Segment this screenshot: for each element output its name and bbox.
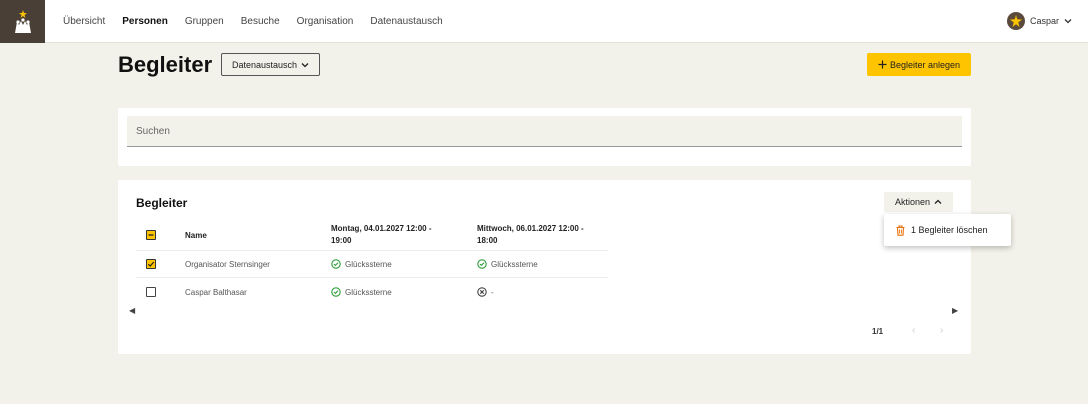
user-name: Caspar [1029, 16, 1059, 26]
search-input[interactable] [127, 116, 962, 147]
minus-icon [148, 234, 154, 236]
trash-icon [896, 224, 905, 236]
scroll-right-arrow[interactable]: ▶ [952, 306, 958, 315]
scroll-left-arrow[interactable]: ◀ [129, 306, 135, 315]
chevron-down-icon [1064, 19, 1072, 24]
nav-item-personen[interactable]: Personen [122, 16, 168, 27]
row-checkbox[interactable] [146, 259, 156, 269]
begleiter-table-card: Begleiter Aktionen Name Montag, 04.01.20… [118, 180, 971, 354]
plus-icon [878, 60, 887, 69]
actions-label: Aktionen [894, 197, 931, 207]
chevron-up-icon [934, 199, 942, 204]
row-name[interactable]: Caspar Balthasar [185, 288, 247, 297]
main-nav: Übersicht Personen Gruppen Besuche Organ… [63, 0, 460, 43]
check-circle-icon [331, 287, 341, 297]
app-logo[interactable] [0, 0, 45, 43]
status-cell: Glückssterne [331, 287, 392, 297]
page-indicator: 1/1 [872, 327, 884, 336]
status-cell: Glückssterne [477, 259, 538, 269]
x-circle-icon [477, 287, 487, 297]
column-header-date-1-line-1: Montag, 04.01.2027 12:00 - [331, 224, 432, 233]
actions-button[interactable]: Aktionen [884, 192, 953, 212]
column-header-date-2: Mittwoch, 06.01.2027 12:00 - 18:00 [477, 223, 584, 247]
page-title: Begleiter [118, 52, 213, 77]
top-bar: Übersicht Personen Gruppen Besuche Organ… [0, 0, 1088, 43]
column-header-name: Name [185, 231, 207, 240]
row-name[interactable]: Organisator Sternsinger [185, 260, 270, 269]
chevron-down-icon [301, 62, 309, 67]
add-begleiter-button[interactable]: Begleiter anlegen [867, 53, 971, 76]
table-divider [136, 250, 608, 251]
datenaustausch-dropdown-button[interactable]: Datenaustausch [221, 53, 320, 76]
row-checkbox[interactable] [146, 287, 156, 297]
check-circle-icon [331, 259, 341, 269]
user-menu[interactable]: Caspar [1006, 11, 1072, 31]
column-header-date-1: Montag, 04.01.2027 12:00 - 19:00 [331, 223, 432, 247]
nav-item-uebersicht[interactable]: Übersicht [63, 16, 105, 27]
chevron-right-icon[interactable]: › [940, 325, 943, 336]
check-circle-icon [477, 259, 487, 269]
actions-menu: 1 Begleiter löschen [884, 214, 1011, 246]
chevron-left-icon[interactable]: ‹ [912, 325, 915, 336]
column-header-date-2-line-2: 18:00 [477, 236, 498, 245]
check-icon [147, 261, 155, 267]
column-header-date-1-line-2: 19:00 [331, 236, 352, 245]
column-header-date-2-line-1: Mittwoch, 06.01.2027 12:00 - [477, 224, 584, 233]
status-text: - [491, 287, 494, 297]
status-cell: - [477, 287, 494, 297]
status-text: Glückssterne [345, 259, 392, 269]
table-title: Begleiter [136, 196, 188, 210]
status-text: Glückssterne [345, 287, 392, 297]
select-all-checkbox[interactable] [146, 230, 156, 240]
nav-item-organisation[interactable]: Organisation [297, 16, 354, 27]
search-card [118, 108, 971, 166]
status-cell: Glückssterne [331, 259, 392, 269]
delete-begleiter-menu-item[interactable]: 1 Begleiter löschen [911, 225, 988, 235]
dropdown-label: Datenaustausch [231, 59, 298, 70]
nav-item-gruppen[interactable]: Gruppen [185, 16, 224, 27]
table-divider [136, 277, 608, 278]
nav-item-datenaustausch[interactable]: Datenaustausch [370, 16, 442, 27]
avatar [1006, 12, 1025, 30]
sternsinger-logo-icon [14, 9, 31, 33]
star-icon [1009, 15, 1022, 27]
nav-item-besuche[interactable]: Besuche [241, 16, 280, 27]
add-button-label: Begleiter anlegen [889, 59, 961, 70]
status-text: Glückssterne [491, 259, 538, 269]
